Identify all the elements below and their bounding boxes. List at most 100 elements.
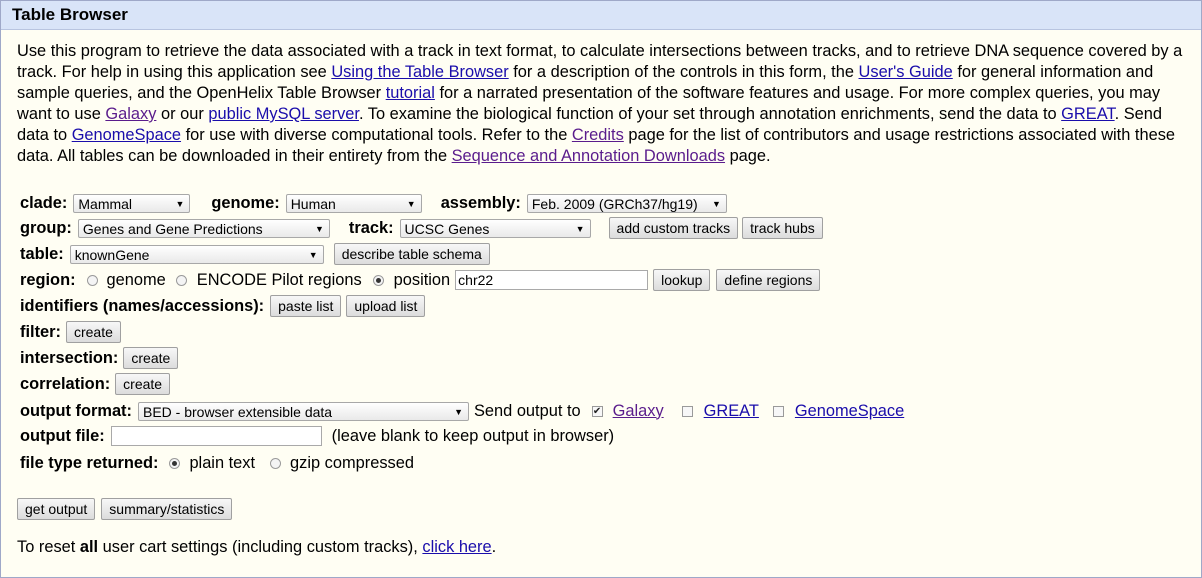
intro-text: for use with diverse computational tools… xyxy=(181,126,572,144)
region-row: region: genome ENCODE Pilot regions posi… xyxy=(20,268,821,292)
output-file-note: (leave blank to keep output in browser) xyxy=(331,426,615,445)
describe-table-schema-button[interactable]: describe table schema xyxy=(333,243,490,265)
region-encode-radio[interactable] xyxy=(175,274,187,286)
table-select[interactable]: knownGene ▼ xyxy=(69,244,324,264)
intro-paragraph: Use this program to retrieve the data as… xyxy=(17,41,1187,167)
file-type-label: file type returned: xyxy=(20,453,159,472)
clade-select[interactable]: Mammal ▼ xyxy=(73,193,191,213)
group-select-value: Genes and Gene Predictions xyxy=(82,220,263,237)
intersection-label: intersection: xyxy=(20,348,119,367)
plain-text-label: plain text xyxy=(189,453,256,472)
add-custom-tracks-button[interactable]: add custom tracks xyxy=(608,217,739,239)
genomespace-link[interactable]: GenomeSpace xyxy=(72,126,181,144)
filter-label: filter: xyxy=(20,322,61,341)
users-guide-link[interactable]: User's Guide xyxy=(859,63,953,81)
output-buttons-row: get output summary/statistics xyxy=(17,497,233,521)
public-mysql-link[interactable]: public MySQL server xyxy=(208,105,359,123)
chevron-down-icon: ▼ xyxy=(575,223,585,234)
assembly-select[interactable]: Feb. 2009 (GRCh37/hg19) ▼ xyxy=(526,193,727,213)
great-link[interactable]: GREAT xyxy=(1061,105,1114,123)
send-genomespace-link[interactable]: GenomeSpace xyxy=(795,402,904,421)
output-format-row: output format: BED - browser extensible … xyxy=(20,399,904,423)
correlation-label: correlation: xyxy=(20,374,111,393)
galaxy-link[interactable]: Galaxy xyxy=(105,105,156,123)
table-select-value: knownGene xyxy=(74,246,150,263)
output-file-input[interactable] xyxy=(110,426,322,446)
file-type-row: file type returned: plain text gzip comp… xyxy=(20,451,414,475)
downloads-link[interactable]: Sequence and Annotation Downloads xyxy=(452,147,725,165)
lookup-button[interactable]: lookup xyxy=(653,269,711,291)
chevron-down-icon: ▼ xyxy=(308,249,318,260)
paste-list-button[interactable]: paste list xyxy=(270,295,342,317)
track-select[interactable]: UCSC Genes ▼ xyxy=(399,218,591,238)
send-galaxy-checkbox[interactable]: ✔ xyxy=(591,405,603,417)
track-select-value: UCSC Genes xyxy=(404,220,490,237)
table-browser-panel: Table Browser Use this program to retrie… xyxy=(0,0,1202,578)
genome-label: genome: xyxy=(211,193,280,212)
intro-text: . To examine the biological function of … xyxy=(358,105,1062,123)
filter-row: filter: create xyxy=(20,320,121,344)
filter-create-button[interactable]: create xyxy=(65,321,121,343)
clade-select-value: Mammal xyxy=(78,195,133,212)
intro-text: for a description of the controls in thi… xyxy=(508,63,859,81)
region-genome-label: genome xyxy=(106,270,166,289)
reset-text: . xyxy=(491,537,497,556)
intro-text: page. xyxy=(725,147,771,165)
reset-click-here-link[interactable]: click here xyxy=(422,538,491,557)
table-row: table: knownGene ▼ describe table schema xyxy=(20,242,490,266)
tutorial-link[interactable]: tutorial xyxy=(386,84,435,102)
region-genome-radio[interactable] xyxy=(86,274,98,286)
chevron-down-icon: ▼ xyxy=(711,198,721,209)
output-format-select[interactable]: BED - browser extensible data ▼ xyxy=(137,401,469,421)
assembly-select-value: Feb. 2009 (GRCh37/hg19) xyxy=(531,195,698,212)
reset-text: To reset xyxy=(17,537,80,556)
group-track-row: group: Genes and Gene Predictions ▼ track… xyxy=(20,216,823,240)
using-table-browser-link[interactable]: Using the Table Browser xyxy=(331,63,508,81)
upload-list-button[interactable]: upload list xyxy=(346,295,426,317)
output-file-label: output file: xyxy=(20,426,105,445)
reset-cart-line: To reset all user cart settings (includi… xyxy=(17,535,496,559)
output-file-row: output file: (leave blank to keep output… xyxy=(20,424,614,448)
gzip-label: gzip compressed xyxy=(290,453,414,472)
correlation-create-button[interactable]: create xyxy=(115,373,171,395)
intro-text: or our xyxy=(156,105,209,123)
send-genomespace-checkbox[interactable] xyxy=(772,405,784,417)
send-great-checkbox[interactable] xyxy=(681,405,693,417)
send-output-to-label: Send output to xyxy=(473,401,581,420)
output-format-label: output format: xyxy=(20,401,132,420)
chevron-down-icon: ▼ xyxy=(314,223,324,234)
intersection-row: intersection: create xyxy=(20,346,179,370)
region-label: region: xyxy=(20,270,76,289)
gzip-radio[interactable] xyxy=(270,457,282,469)
position-input[interactable]: chr22 xyxy=(455,270,649,290)
plain-text-radio[interactable] xyxy=(169,457,181,469)
region-position-label: position xyxy=(393,270,451,289)
send-great-link[interactable]: GREAT xyxy=(704,402,759,421)
send-galaxy-link[interactable]: Galaxy xyxy=(613,402,664,421)
identifiers-row: identifiers (names/accessions): paste li… xyxy=(20,294,426,318)
chevron-down-icon: ▼ xyxy=(406,198,416,209)
summary-statistics-button[interactable]: summary/statistics xyxy=(101,498,233,520)
table-label: table: xyxy=(20,244,64,263)
clade-genome-assembly-row: clade: Mammal ▼ genome: Human ▼ assembly: … xyxy=(20,191,727,215)
reset-text: user cart settings (including custom tra… xyxy=(98,537,423,556)
define-regions-button[interactable]: define regions xyxy=(716,269,821,291)
credits-link[interactable]: Credits xyxy=(572,126,624,144)
track-hubs-button[interactable]: track hubs xyxy=(742,217,823,239)
reset-bold-text: all xyxy=(79,537,99,556)
region-position-radio[interactable] xyxy=(372,274,384,286)
genome-select[interactable]: Human ▼ xyxy=(285,193,422,213)
output-format-select-value: BED - browser extensible data xyxy=(142,403,333,420)
panel-title: Table Browser xyxy=(1,1,1201,30)
correlation-row: correlation: create xyxy=(20,372,171,396)
identifiers-label: identifiers (names/accessions): xyxy=(20,296,265,315)
region-encode-label: ENCODE Pilot regions xyxy=(196,270,362,289)
intersection-create-button[interactable]: create xyxy=(123,347,179,369)
group-select[interactable]: Genes and Gene Predictions ▼ xyxy=(77,218,330,238)
track-label: track: xyxy=(348,218,394,237)
get-output-button[interactable]: get output xyxy=(17,498,96,520)
chevron-down-icon: ▼ xyxy=(454,406,463,417)
assembly-label: assembly: xyxy=(440,193,521,212)
group-label: group: xyxy=(20,218,72,237)
clade-label: clade: xyxy=(20,193,68,212)
